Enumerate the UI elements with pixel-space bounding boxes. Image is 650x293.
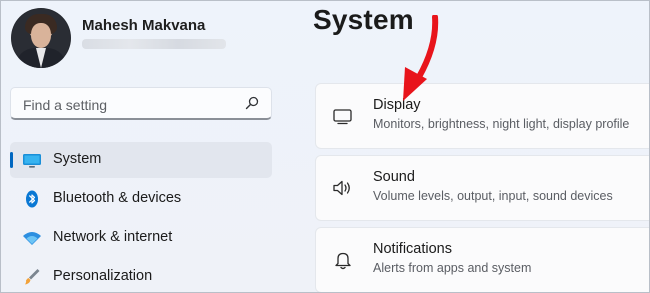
notifications-card[interactable]: Notifications Alerts from apps and syste… <box>315 227 649 292</box>
card-description: Volume levels, output, input, sound devi… <box>373 189 613 203</box>
profile-email-redacted <box>82 39 226 49</box>
profile-name: Mahesh Makvana <box>82 17 206 34</box>
sidebar-item-label: Network & internet <box>53 229 173 245</box>
bluetooth-icon <box>26 190 38 208</box>
settings-window: Mahesh Makvana System Bluetooth & device… <box>0 0 650 293</box>
search-input[interactable] <box>21 94 235 116</box>
selected-indicator <box>10 152 13 168</box>
card-description: Alerts from apps and system <box>373 261 532 275</box>
sidebar-item-network[interactable]: Network & internet <box>10 220 272 256</box>
avatar-face <box>31 23 51 48</box>
avatar[interactable] <box>11 8 71 68</box>
bell-icon <box>335 252 351 270</box>
search-box[interactable] <box>10 87 272 120</box>
card-title: Notifications <box>373 241 452 257</box>
card-description: Monitors, brightness, night light, displ… <box>373 117 630 131</box>
sidebar-item-label: System <box>53 151 102 167</box>
card-title: Sound <box>373 169 415 185</box>
annotation-arrow-icon <box>403 15 439 101</box>
monitor-icon <box>333 109 352 125</box>
brush-icon <box>25 269 40 285</box>
sidebar-item-label: Personalization <box>53 268 153 284</box>
sidebar-item-bluetooth[interactable]: Bluetooth & devices <box>10 181 272 217</box>
system-icon <box>23 154 41 168</box>
search-icon[interactable] <box>245 96 259 110</box>
display-card[interactable]: Display Monitors, brightness, night ligh… <box>315 83 649 149</box>
sound-card[interactable]: Sound Volume levels, output, input, soun… <box>315 155 649 221</box>
sidebar-item-label: Bluetooth & devices <box>53 190 182 206</box>
sidebar-item-system[interactable]: System <box>10 142 272 178</box>
speaker-icon <box>333 180 350 196</box>
wifi-icon <box>23 232 41 245</box>
sidebar-item-personalization[interactable]: Personalization <box>10 259 272 292</box>
